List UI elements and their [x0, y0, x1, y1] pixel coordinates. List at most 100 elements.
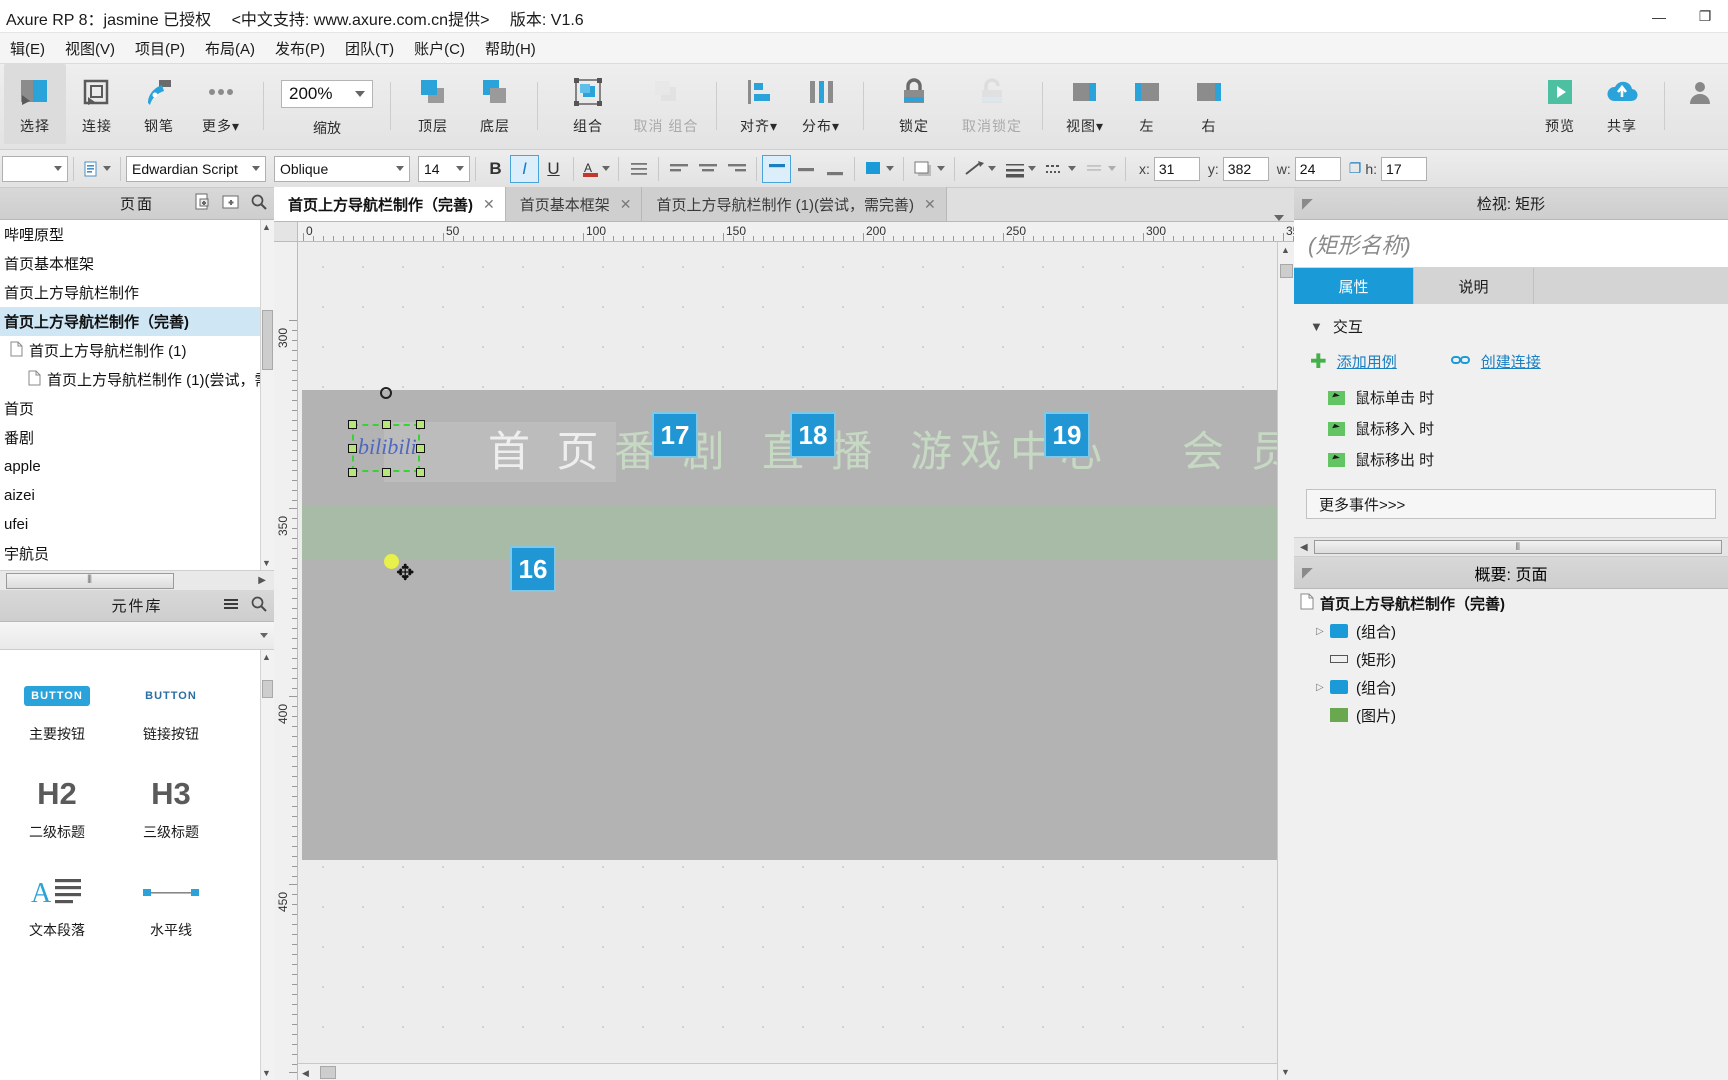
- maximize-icon[interactable]: ❐: [1682, 0, 1728, 33]
- 视图-button[interactable]: 视图▾: [1054, 64, 1116, 144]
- scroll-left-arrow[interactable]: ◀: [1300, 542, 1308, 553]
- zoom-control[interactable]: 200% 缩放: [271, 64, 383, 138]
- library-widget-heading3[interactable]: H3 三级标题: [114, 758, 228, 856]
- inspector-tab-0[interactable]: 属性: [1294, 268, 1414, 304]
- collapse-corner-icon[interactable]: ◤: [1302, 195, 1313, 212]
- hamburger-icon[interactable]: [222, 595, 240, 618]
- canvas-tab-0[interactable]: 首页上方导航栏制作（完善) ✕: [274, 187, 506, 221]
- scroll-up-arrow[interactable]: ▲: [1281, 245, 1290, 255]
- bold-button[interactable]: B: [481, 155, 510, 183]
- create-link-link[interactable]: 创建连接: [1481, 351, 1541, 372]
- more-events-button[interactable]: 更多事件>>>: [1306, 489, 1716, 519]
- align-left-button[interactable]: [664, 155, 693, 183]
- library-select[interactable]: [0, 622, 274, 650]
- font-style-select[interactable]: Oblique: [274, 155, 410, 182]
- interaction-section-header[interactable]: ▼ 交互: [1294, 304, 1728, 345]
- scrollbar-thumb[interactable]: ⦀: [6, 572, 174, 589]
- library-scrollbar[interactable]: ▲ ▼: [260, 650, 274, 1080]
- outline-item-0[interactable]: ▷ (组合): [1294, 617, 1728, 645]
- style-paint-button[interactable]: [79, 155, 115, 183]
- menu-item-0[interactable]: 辑(E): [0, 34, 55, 63]
- 取消组合-button[interactable]: 取消 组合: [627, 64, 705, 144]
- menu-item-4[interactable]: 发布(P): [265, 34, 335, 63]
- 分布-button[interactable]: 分布▾: [790, 64, 852, 144]
- scrollbar-thumb[interactable]: [320, 1066, 336, 1079]
- page-tree-item-1[interactable]: 首页基本框架: [0, 249, 274, 278]
- add-case-link[interactable]: 添加用例: [1337, 351, 1397, 372]
- 选择-button[interactable]: 选择: [4, 64, 66, 144]
- tabs-overflow-button[interactable]: [1264, 215, 1294, 221]
- page-tree-item-6[interactable]: 首页: [0, 394, 274, 423]
- selection-box[interactable]: [352, 424, 420, 472]
- fill-color-button[interactable]: [860, 155, 898, 183]
- close-icon[interactable]: ✕: [483, 196, 495, 213]
- library-widget-primary-button[interactable]: BUTTON 主要按钮: [0, 660, 114, 758]
- expand-triangle-icon[interactable]: ▷: [1316, 626, 1330, 637]
- outline-item-1[interactable]: (矩形): [1294, 645, 1728, 673]
- page-tree-item-3[interactable]: 首页上方导航栏制作（完善): [0, 307, 274, 336]
- font-color-button[interactable]: A: [579, 155, 613, 183]
- widget-name-input[interactable]: (矩形名称): [1294, 220, 1728, 268]
- shadow-button[interactable]: [909, 155, 949, 183]
- line-width-button[interactable]: [1000, 155, 1040, 183]
- valign-bottom-button[interactable]: [820, 155, 849, 183]
- add-page-icon[interactable]: [194, 193, 212, 216]
- scroll-left-arrow[interactable]: ◀: [302, 1068, 309, 1079]
- rotate-handle[interactable]: [380, 387, 392, 399]
- scroll-down-arrow[interactable]: ▼: [262, 1068, 271, 1078]
- style-select[interactable]: [2, 155, 68, 182]
- page-tree-item-7[interactable]: 番剧: [0, 423, 274, 452]
- menu-item-5[interactable]: 团队(T): [335, 34, 404, 63]
- scroll-up-arrow[interactable]: ▲: [262, 652, 271, 662]
- valign-middle-button[interactable]: [791, 155, 820, 183]
- canvas-tab-2[interactable]: 首页上方导航栏制作 (1)(尝试，需完善) ✕: [642, 187, 947, 221]
- expand-triangle-icon[interactable]: ▷: [1316, 682, 1330, 693]
- canvas-hscrollbar[interactable]: ◀: [298, 1063, 1277, 1080]
- align-center-button[interactable]: [693, 155, 722, 183]
- page-tree-item-10[interactable]: ufei: [0, 510, 274, 539]
- y-field[interactable]: 382: [1222, 156, 1269, 181]
- page-tree-item-8[interactable]: apple: [0, 452, 274, 481]
- line-arrow-button[interactable]: [1080, 155, 1120, 183]
- pages-tree[interactable]: 哔哩原型 首页基本框架 首页上方导航栏制作 首页上方导航栏制作（完善) 首页上方导航栏制…: [0, 220, 274, 570]
- resize-handle-e[interactable]: [416, 444, 425, 453]
- line-dash-button[interactable]: [1040, 155, 1080, 183]
- 共享-button[interactable]: 共享: [1591, 64, 1653, 144]
- 顶层-button[interactable]: 顶层: [402, 64, 464, 144]
- outline-item-2[interactable]: ▷ (组合): [1294, 673, 1728, 701]
- library-widget-link-button[interactable]: BUTTON 链接按钮: [114, 660, 228, 758]
- menu-item-7[interactable]: 帮助(H): [475, 34, 546, 63]
- resize-handle-nw[interactable]: [348, 420, 357, 429]
- line-style-button[interactable]: [960, 155, 1000, 183]
- resize-handle-ne[interactable]: [416, 420, 425, 429]
- library-widget-heading2[interactable]: H2 二级标题: [0, 758, 114, 856]
- outline-tree[interactable]: 首页上方导航栏制作（完善) ▷ (组合) (矩形) ▷ (组合) (图片): [1294, 589, 1728, 729]
- scrollbar-thumb[interactable]: [262, 680, 273, 698]
- align-right-button[interactable]: [722, 155, 751, 183]
- canvas-vscrollbar[interactable]: ▲ ▼: [1277, 242, 1294, 1080]
- menu-item-1[interactable]: 视图(V): [55, 34, 125, 63]
- event-row-0[interactable]: 鼠标单击 时: [1294, 382, 1728, 413]
- inspector-tab-1[interactable]: 说明: [1414, 268, 1534, 304]
- outline-root[interactable]: 首页上方导航栏制作（完善): [1294, 589, 1728, 617]
- resize-handle-w[interactable]: [348, 444, 357, 453]
- scrollbar-thumb[interactable]: [1280, 264, 1293, 278]
- 取消锁定-button[interactable]: 取消锁定: [953, 64, 1031, 144]
- page-tree-item-9[interactable]: aizei: [0, 481, 274, 510]
- outline-item-3[interactable]: (图片): [1294, 701, 1728, 729]
- page-tree-item-0[interactable]: 哔哩原型: [0, 220, 274, 249]
- font-family-select[interactable]: Edwardian Script: [126, 155, 266, 182]
- bullet-list-button[interactable]: [624, 155, 653, 183]
- splitter-thumb[interactable]: ⦀: [1313, 540, 1722, 554]
- zoom-select[interactable]: 200%: [281, 80, 373, 108]
- x-field[interactable]: 31: [1153, 156, 1200, 181]
- search-icon[interactable]: [250, 595, 268, 618]
- 钢笔-button[interactable]: 钢笔: [128, 64, 190, 144]
- minimize-icon[interactable]: —: [1636, 0, 1682, 33]
- scrollbar-thumb[interactable]: [262, 310, 273, 370]
- scroll-down-arrow[interactable]: ▼: [262, 558, 271, 568]
- 右-button[interactable]: 右: [1178, 64, 1240, 144]
- user-account-button[interactable]: [1672, 64, 1728, 144]
- page-tree-item-5[interactable]: 首页上方导航栏制作 (1)(尝试，需: [0, 365, 274, 394]
- h-field[interactable]: 17: [1381, 156, 1428, 181]
